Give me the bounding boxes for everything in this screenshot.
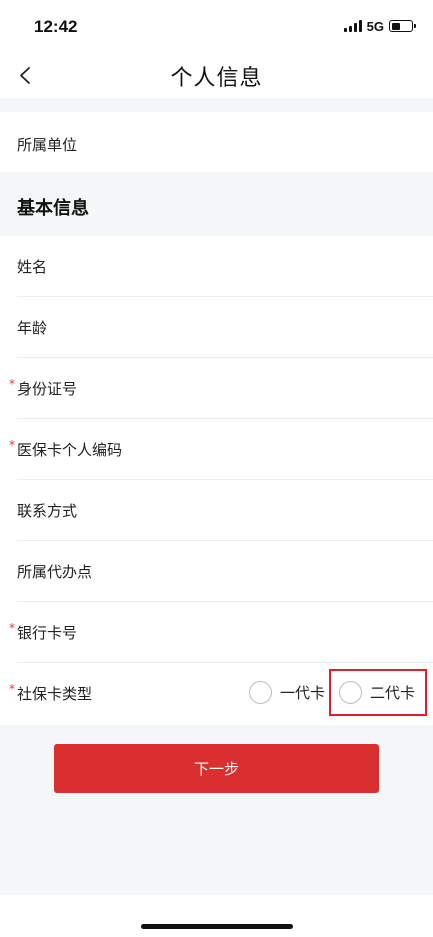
required-mark: * <box>9 438 15 452</box>
name-input[interactable] <box>160 248 413 284</box>
home-area <box>0 895 433 937</box>
status-time: 12:42 <box>34 17 78 36</box>
status-indicators: 5G <box>343 18 416 34</box>
id-number-input[interactable] <box>160 370 413 406</box>
required-mark: * <box>9 682 15 696</box>
contact-input[interactable] <box>160 492 413 528</box>
unit-label: 所属单位 <box>17 136 78 154</box>
unit-card: 所属单位 <box>0 112 433 172</box>
form-row-age: 年龄 <box>0 297 433 358</box>
section-header: 基本信息 <box>0 172 433 236</box>
radio-option-gen1[interactable]: 一代卡 <box>248 681 325 704</box>
card-type-label: 社保卡类型 <box>17 685 93 703</box>
status-bar: 12:42 5G <box>0 0 433 52</box>
network-type: 5G <box>366 18 384 34</box>
bank-card-label: 银行卡号 <box>17 624 78 642</box>
next-button[interactable]: 下一步 <box>54 744 379 793</box>
unit-row[interactable]: 所属单位 <box>0 112 433 173</box>
highlight-box <box>329 669 427 716</box>
basic-info-form: 姓名 年龄 * 身份证号 * 医保卡个人编码 联系方式 所属代办点 * 银行卡号… <box>0 236 433 725</box>
form-row-id-number: * 身份证号 <box>0 358 433 419</box>
medical-code-input[interactable] <box>160 431 413 467</box>
section-title: 基本信息 <box>17 198 89 219</box>
form-row-bank-card: * 银行卡号 <box>0 602 433 663</box>
name-label: 姓名 <box>17 258 48 276</box>
agency-label: 所属代办点 <box>17 563 93 581</box>
radio-circle-icon[interactable] <box>248 681 272 704</box>
form-row-medical-code: * 医保卡个人编码 <box>0 419 433 480</box>
page-title: 个人信息 <box>170 66 263 91</box>
signal-icon <box>343 20 362 32</box>
form-row-name: 姓名 <box>0 236 433 297</box>
battery-icon <box>389 20 416 32</box>
bank-card-input[interactable] <box>160 614 413 650</box>
home-indicator[interactable] <box>141 924 293 929</box>
id-number-label: 身份证号 <box>17 380 78 398</box>
form-row-agency[interactable]: 所属代办点 <box>0 541 433 602</box>
required-mark: * <box>9 621 15 635</box>
required-mark: * <box>9 377 15 391</box>
contact-label: 联系方式 <box>17 502 78 520</box>
form-row-contact: 联系方式 <box>0 480 433 541</box>
age-label: 年龄 <box>17 319 48 337</box>
radio-label-gen1: 一代卡 <box>279 684 325 702</box>
age-input[interactable] <box>160 309 413 345</box>
nav-bar: 个人信息 <box>0 52 433 98</box>
medical-code-label: 医保卡个人编码 <box>17 441 123 459</box>
